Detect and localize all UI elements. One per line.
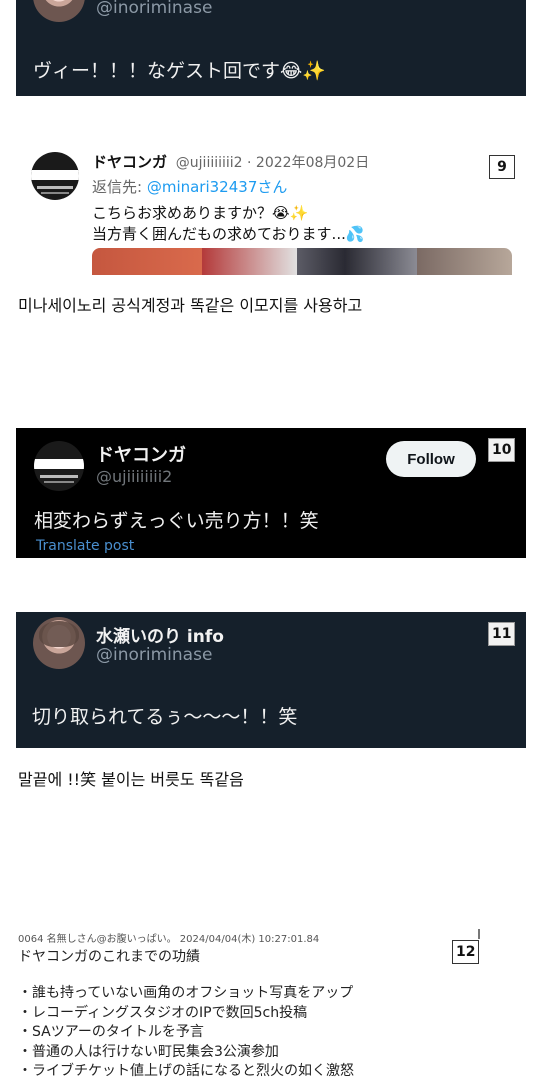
avatar[interactable] (33, 617, 85, 669)
forum-post-title: ドヤコンガのこれまでの功績 (18, 949, 200, 965)
user-name[interactable]: ドヤコンガ (96, 441, 186, 467)
badge-number-12: 12 (452, 940, 480, 964)
tweet-card-inoriminase-2: 水瀬いのり info @inoriminase 切り取られてるぅ〜〜〜！！笑 (16, 612, 526, 748)
tweet-text-line-1: こちらお求めありますか？😭✨ (92, 204, 309, 222)
tweet-image-strip[interactable] (92, 248, 512, 275)
list-item: ・普通の人は行けない町民集会3公演参加 (18, 1043, 279, 1060)
reply-line: 返信先: @minari32437さん (92, 176, 287, 197)
tweet-card-inoriminase-1: @inoriminase ヴィー！！！なゲスト回です😂✨ (16, 0, 526, 96)
user-handle[interactable]: @inoriminase (96, 0, 212, 18)
list-item: ・誰も持っていない画角のオフショット写真をアップ (18, 985, 354, 1001)
reply-mention[interactable]: @minari32437さん (147, 178, 288, 196)
list-item: ・レコーディングスタジオのIPで数回5ch投稿 (18, 1004, 308, 1021)
translate-post-link[interactable]: Translate post (36, 538, 134, 554)
badge-number-10: 10 (488, 438, 516, 462)
user-handle[interactable]: @ujiiiiiiii2 (96, 467, 172, 486)
scroll-indicator-icon (478, 929, 480, 939)
forum-post-meta: 0064 名無しさん@お腹いっぱい。 2024/04/04(木) 10:27:0… (18, 934, 320, 945)
avatar[interactable] (31, 152, 79, 200)
achievement-list: ・誰も持っていない画角のオフショット写真をアップ ・レコーディングスタジオのIP… (18, 984, 354, 1082)
badge-number-11: 11 (488, 622, 516, 646)
tweet-text: ヴィー！！！なゲスト回です😂✨ (33, 60, 326, 82)
avatar[interactable] (33, 0, 85, 22)
user-name[interactable]: ドヤコンガ (92, 153, 167, 171)
caption-text-1: 미나세이노리 공식계정과 똑같은 이모지를 사용하고 (18, 296, 363, 315)
tweet-text-line-2: 当方青く囲んだもの求めております...💦 (92, 225, 365, 243)
tweet-header: ドヤコンガ @ujiiiiiiii2 · 2022年08月02日 (92, 151, 369, 172)
avatar[interactable] (34, 441, 84, 491)
caption-text-2: 말끝에 !!笑 붙이는 버릇도 똑같음 (18, 770, 244, 789)
badge-number-9: 9 (489, 155, 515, 179)
user-handle[interactable]: @inoriminase (96, 645, 212, 665)
tweet-text: 相変わらずえっぐい売り方！！笑 (34, 510, 319, 532)
reply-prefix: 返信先: (92, 178, 147, 196)
follow-button[interactable]: Follow (386, 441, 476, 477)
handle-date: @ujiiiiiiii2 · 2022年08月02日 (175, 155, 370, 171)
user-name[interactable]: 水瀬いのり info (96, 622, 224, 647)
tweet-text: 切り取られてるぅ〜〜〜！！笑 (32, 706, 298, 728)
list-item: ・ライブチケット値上げの話になると烈火の如く激怒 (18, 1063, 354, 1079)
list-item: ・SAツアーのタイトルを予言 (18, 1024, 204, 1040)
